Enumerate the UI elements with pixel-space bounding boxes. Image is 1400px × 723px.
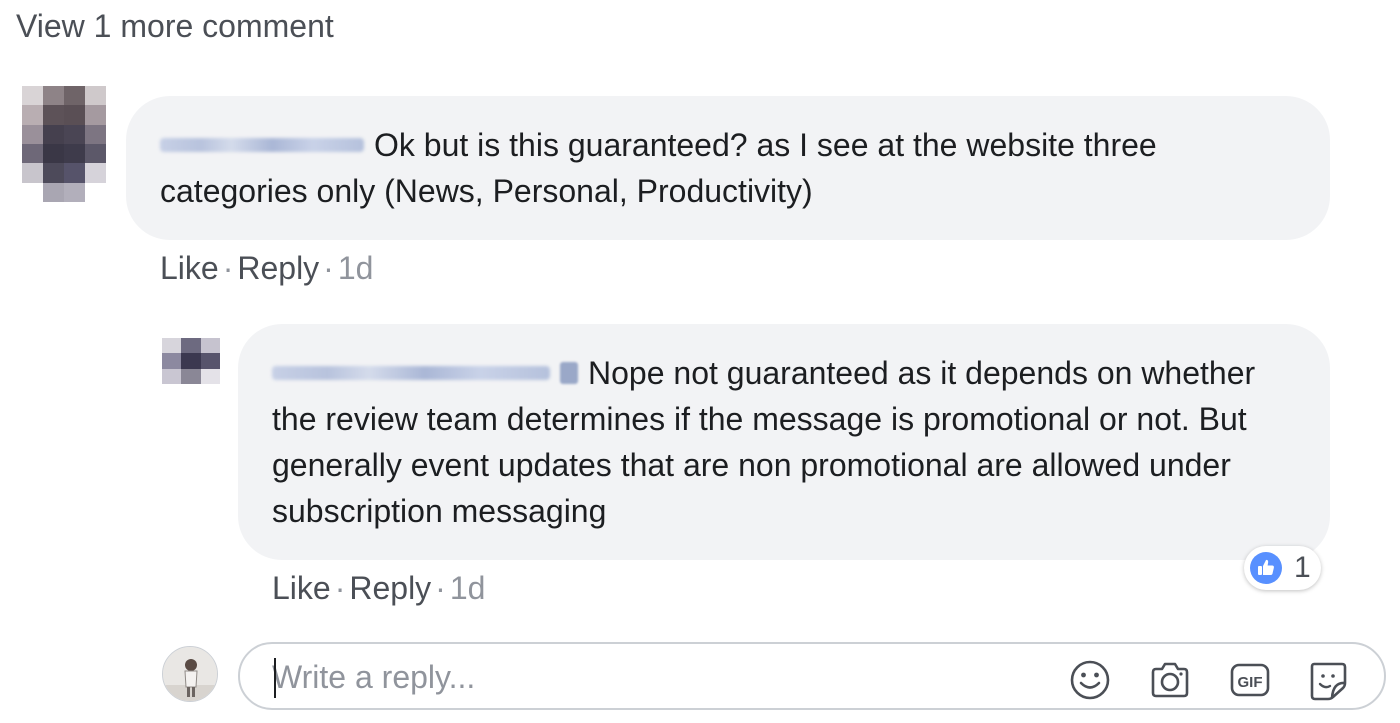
comment-timestamp[interactable]: 1d xyxy=(450,570,486,606)
view-more-comments-link[interactable]: View 1 more comment xyxy=(16,8,334,45)
sticker-icon[interactable] xyxy=(1306,658,1350,702)
reaction-count-badge[interactable]: 1 xyxy=(1244,546,1321,590)
avatar[interactable] xyxy=(22,86,106,202)
reply-composer: GIF xyxy=(238,642,1386,710)
like-link[interactable]: Like xyxy=(272,570,331,606)
comment-actions: Like · Reply · 1d xyxy=(160,250,373,287)
commenter-name[interactable] xyxy=(272,365,550,380)
comment-timestamp[interactable]: 1d xyxy=(338,250,374,286)
commenter-name[interactable] xyxy=(160,137,364,152)
separator: · xyxy=(334,570,346,606)
thumbs-up-icon xyxy=(1250,552,1282,584)
avatar[interactable] xyxy=(162,338,220,384)
reply-bubble: Nope not guaranteed as it depends on whe… xyxy=(238,324,1330,560)
reply-link[interactable]: Reply xyxy=(237,250,319,286)
separator: · xyxy=(323,250,334,286)
separator: · xyxy=(222,250,234,286)
verified-badge-icon xyxy=(560,361,578,384)
gif-icon[interactable]: GIF xyxy=(1228,658,1272,702)
like-link[interactable]: Like xyxy=(160,250,219,286)
camera-icon[interactable] xyxy=(1148,658,1192,702)
current-user-avatar[interactable] xyxy=(162,646,218,702)
text-cursor xyxy=(274,658,276,698)
separator: · xyxy=(435,570,446,606)
comment-bubble: Ok but is this guaranteed? as I see at t… xyxy=(126,96,1330,240)
reply-link[interactable]: Reply xyxy=(349,570,431,606)
reply-input[interactable] xyxy=(272,654,1032,700)
smiley-icon[interactable] xyxy=(1068,658,1112,702)
reaction-count: 1 xyxy=(1294,551,1311,584)
comment-text: Nope not guaranteed as it depends on whe… xyxy=(272,355,1256,529)
svg-text:GIF: GIF xyxy=(1238,674,1263,691)
reply-actions: Like · Reply · 1d xyxy=(272,570,485,607)
